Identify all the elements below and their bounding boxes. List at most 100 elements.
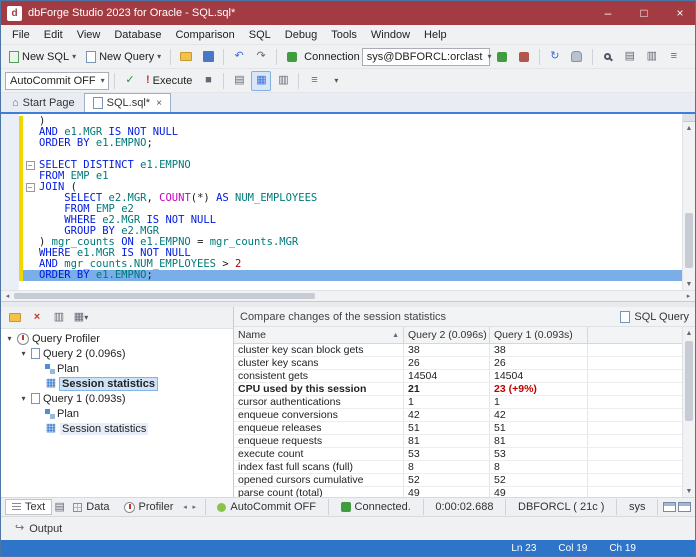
find-button[interactable] xyxy=(598,47,618,67)
scroll-right-icon[interactable]: ▸ xyxy=(682,291,695,302)
table-row[interactable]: parse count (total)4949 xyxy=(234,487,682,497)
close-button[interactable]: × xyxy=(665,1,695,25)
tree-item-plan[interactable]: Plan xyxy=(1,361,233,376)
table-row[interactable]: index fast full scans (full)88 xyxy=(234,461,682,474)
column-header-query-1-0-093s[interactable]: Query 1 (0.093s) xyxy=(490,327,588,343)
new-query-button[interactable]: New Query ▾ xyxy=(82,50,165,64)
stop-button[interactable]: ■ xyxy=(198,71,218,91)
scroll-left-icon[interactable]: ◂ xyxy=(1,291,14,302)
scroll-down-icon[interactable]: ▼ xyxy=(683,278,696,290)
scroll-up-icon[interactable]: ▲ xyxy=(683,327,696,339)
scroll-down-icon[interactable]: ▼ xyxy=(683,485,696,497)
minimize-button[interactable]: – xyxy=(593,1,623,25)
delete-result-button[interactable]: × xyxy=(27,308,47,328)
menu-item-file[interactable]: File xyxy=(5,26,37,44)
new-connection-button[interactable] xyxy=(282,47,302,67)
editor-horizontal-scrollbar[interactable]: ◂ ▸ xyxy=(1,290,695,301)
tab-text[interactable]: Text xyxy=(5,499,52,515)
table-row[interactable]: execute count5353 xyxy=(234,448,682,461)
tab-scroll-left-icon[interactable]: ◂ xyxy=(181,502,188,513)
fold-collapse-icon[interactable]: − xyxy=(26,161,35,170)
table-row[interactable]: cluster key scan block gets3838 xyxy=(234,344,682,357)
format-sql-button[interactable]: ≡ xyxy=(304,71,324,91)
editor-vertical-scrollbar[interactable]: ▲ ▼ xyxy=(682,114,695,290)
sql-query-button[interactable]: SQL Query xyxy=(620,311,689,323)
table-row[interactable]: opened cursors cumulative5252 xyxy=(234,474,682,487)
scrollbar-thumb[interactable] xyxy=(685,341,693,421)
expander-icon[interactable]: ▾ xyxy=(19,394,28,403)
menu-item-sql[interactable]: SQL xyxy=(242,26,278,44)
tree-item-query-profiler[interactable]: ▾Query Profiler xyxy=(1,331,233,346)
save-button[interactable] xyxy=(198,47,218,67)
tab-scroll-right-icon[interactable]: ▸ xyxy=(191,502,198,513)
open-profiling-result-button[interactable] xyxy=(5,308,25,328)
tree-item-session-statistics[interactable]: ▦Session statistics xyxy=(1,421,233,436)
redo-button[interactable]: ↷ xyxy=(251,47,271,67)
commit-button[interactable]: ✓ xyxy=(120,71,140,91)
open-file-button[interactable] xyxy=(176,47,196,67)
menu-item-help[interactable]: Help xyxy=(417,26,454,44)
scrollbar-thumb[interactable] xyxy=(685,213,693,268)
table-row[interactable]: consistent gets1450414504 xyxy=(234,370,682,383)
tree-item-query-1-0-093s[interactable]: ▾Query 1 (0.093s) xyxy=(1,391,233,406)
autocommit-combobox[interactable]: AutoCommit OFF ▾ xyxy=(5,72,109,90)
code-line[interactable]: FROM EMP e1 xyxy=(1,171,682,182)
compare-results-button[interactable]: ▥ xyxy=(49,308,69,328)
tab-close-icon[interactable]: × xyxy=(156,98,162,109)
menu-item-view[interactable]: View xyxy=(70,26,108,44)
options-dropdown-button[interactable]: ▾ xyxy=(326,71,346,91)
code-area[interactable]: )AND e1.MGR IS NOT NULLORDER BY e1.EMPNO… xyxy=(1,114,682,290)
disconnect-button[interactable] xyxy=(514,47,534,67)
layout-vertical-button[interactable] xyxy=(678,497,691,517)
execute-button[interactable]: ! Execute xyxy=(142,74,196,88)
tab-profiler[interactable]: Profiler xyxy=(118,499,180,515)
query-profiler-toggle[interactable]: ▦ xyxy=(251,71,271,91)
code-line[interactable]: ORDER BY e1.EMPNO; xyxy=(1,270,682,281)
refresh-button[interactable]: ↻ xyxy=(545,47,565,67)
expander-icon[interactable]: ▾ xyxy=(19,349,28,358)
connect-button[interactable] xyxy=(492,47,512,67)
column-header-query-2-0-096s[interactable]: Query 2 (0.096s) xyxy=(404,327,490,343)
menu-item-edit[interactable]: Edit xyxy=(37,26,70,44)
tree-item-plan[interactable]: Plan xyxy=(1,406,233,421)
new-sql-button[interactable]: New SQL ▾ xyxy=(5,50,80,64)
session-manager-button[interactable]: ▤ xyxy=(620,47,640,67)
tree-item-query-2-0-096s[interactable]: ▾Query 2 (0.096s) xyxy=(1,346,233,361)
toggle-layout-button[interactable]: ▤ xyxy=(54,497,65,517)
column-header-name[interactable]: Name▲ xyxy=(234,327,404,343)
table-row[interactable]: cursor authentications11 xyxy=(234,396,682,409)
query-plan-button[interactable]: ▤ xyxy=(229,71,249,91)
tab-sql-file[interactable]: SQL.sql* × xyxy=(84,93,171,112)
security-manager-button[interactable]: ▥ xyxy=(642,47,662,67)
scroll-up-icon[interactable]: ▲ xyxy=(683,122,696,134)
grid-vertical-scrollbar[interactable]: ▲ ▼ xyxy=(682,327,695,497)
code-line[interactable]: ORDER BY e1.EMPNO; xyxy=(1,138,682,149)
chevron-down-icon[interactable]: ▾ xyxy=(72,52,76,61)
fold-collapse-icon[interactable]: − xyxy=(26,183,35,192)
scrollbar-thumb[interactable] xyxy=(14,293,315,299)
table-row[interactable]: enqueue conversions4242 xyxy=(234,409,682,422)
menu-item-comparison[interactable]: Comparison xyxy=(168,26,241,44)
database-explorer-button[interactable] xyxy=(567,47,587,67)
tab-data[interactable]: Data xyxy=(67,499,115,515)
menu-item-debug[interactable]: Debug xyxy=(278,26,324,44)
menu-item-window[interactable]: Window xyxy=(364,26,417,44)
table-row[interactable]: cluster key scans2626 xyxy=(234,357,682,370)
tab-output[interactable]: ↪ Output xyxy=(7,521,70,537)
table-row[interactable]: enqueue releases5151 xyxy=(234,422,682,435)
menu-item-database[interactable]: Database xyxy=(107,26,168,44)
tab-start-page[interactable]: ⌂ Start Page xyxy=(3,93,84,112)
connection-combobox[interactable]: sys@DBFORCL:orclast ▾ xyxy=(362,48,490,66)
menu-item-tools[interactable]: Tools xyxy=(324,26,364,44)
chevron-down-icon[interactable]: ▾ xyxy=(157,52,161,61)
splitter-handle[interactable] xyxy=(683,114,696,122)
table-row[interactable]: enqueue requests8181 xyxy=(234,435,682,448)
export-button[interactable]: ≡ xyxy=(664,47,684,67)
results-layout-button[interactable]: ▥ xyxy=(273,71,293,91)
view-dropdown-button[interactable]: ▦▾ xyxy=(71,308,91,328)
undo-button[interactable]: ↶ xyxy=(229,47,249,67)
layout-horizontal-button[interactable] xyxy=(663,497,676,517)
maximize-button[interactable]: □ xyxy=(629,1,659,25)
tree-item-session-statistics[interactable]: ▦Session statistics xyxy=(1,376,233,391)
expander-icon[interactable]: ▾ xyxy=(5,334,14,343)
